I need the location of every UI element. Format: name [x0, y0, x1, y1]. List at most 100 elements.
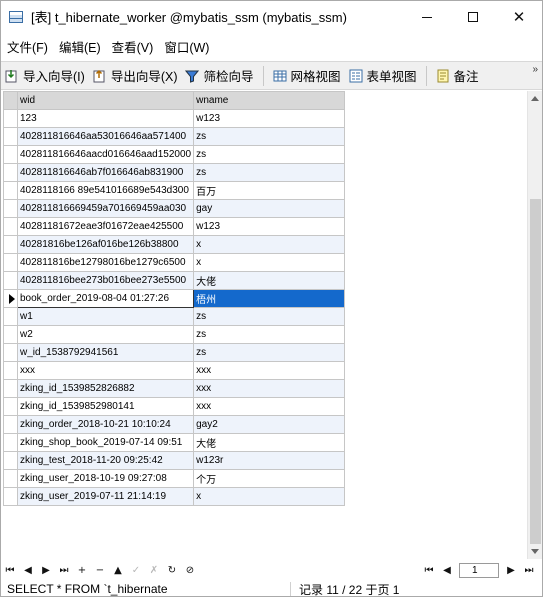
row-indicator[interactable] [3, 145, 18, 164]
cell-wname[interactable]: 百万 [193, 181, 346, 200]
cell-wname[interactable]: 大佬 [193, 271, 346, 290]
scroll-down-icon[interactable] [531, 549, 539, 554]
page-number-input[interactable]: 1 [459, 562, 499, 578]
cell-wid[interactable]: xxx [16, 361, 195, 380]
cell-wname[interactable]: zs [193, 127, 346, 146]
column-header-wid[interactable]: wid [16, 91, 195, 110]
cell-wname[interactable]: 个万 [193, 469, 346, 488]
row-indicator[interactable] [3, 487, 18, 506]
cell-wname[interactable]: x [193, 235, 346, 254]
table-row[interactable]: 402811816be12798016be1279c6500 x [3, 253, 346, 272]
cell-wname[interactable]: xxx [193, 379, 346, 398]
row-indicator[interactable] [3, 379, 18, 398]
filter-wizard-button[interactable]: 筛检向导 [181, 64, 257, 88]
table-row[interactable]: zking_order_2018-10-21 10:10:24 gay2 [3, 415, 346, 434]
row-indicator[interactable] [3, 271, 18, 290]
scroll-thumb[interactable] [530, 199, 541, 544]
minimize-button[interactable] [404, 1, 450, 32]
row-indicator[interactable] [3, 451, 18, 470]
table-row[interactable]: zking_user_2018-10-19 09:27:08 个万 [3, 469, 346, 488]
add-record-button[interactable]: + [73, 562, 91, 578]
row-indicator[interactable] [3, 433, 18, 452]
toolbar-overflow-icon[interactable]: » [532, 65, 538, 75]
cell-wid[interactable]: zking_shop_book_2019-07-14 09:51 [16, 433, 195, 452]
first-record-button[interactable]: ⏮ [1, 562, 19, 578]
prev-record-button[interactable]: ◀ [19, 562, 37, 578]
cell-wid[interactable]: 402811816669459a701669459aa030 [16, 199, 195, 218]
row-indicator[interactable] [3, 343, 18, 362]
cell-wname[interactable]: zs [193, 307, 346, 326]
table-row[interactable]: 402811816646aa53016646aa571400 zs [3, 127, 346, 146]
row-indicator[interactable] [3, 163, 18, 182]
first-page-button[interactable]: ⏮ [420, 562, 438, 578]
cell-wname[interactable]: w123r [193, 451, 346, 470]
cell-wname[interactable]: zs [193, 145, 346, 164]
table-row[interactable]: 123 w123 [3, 109, 346, 128]
cell-wid[interactable]: zking_user_2018-10-19 09:27:08 [16, 469, 195, 488]
cell-wname[interactable]: xxx [193, 361, 346, 380]
edit-record-button[interactable]: ▲ [109, 562, 127, 578]
table-row[interactable]: w_id_1538792941561 zs [3, 343, 346, 362]
cell-wid[interactable]: 40281181672eae3f01672eae425500 [16, 217, 195, 236]
cell-wid[interactable]: 123 [16, 109, 195, 128]
cell-wname[interactable]: zs [193, 163, 346, 182]
cell-wname[interactable]: x [193, 487, 346, 506]
cell-wid[interactable]: zking_test_2018-11-20 09:25:42 [16, 451, 195, 470]
table-row[interactable]: w2 zs [3, 325, 346, 344]
cell-wname[interactable]: gay2 [193, 415, 346, 434]
form-view-button[interactable]: 表单视图 [345, 64, 421, 88]
maximize-button[interactable] [450, 1, 496, 32]
menu-file[interactable]: 文件(F) [1, 37, 53, 56]
title-bar[interactable]: [表] t_hibernate_worker @mybatis_ssm (myb… [1, 1, 542, 32]
table-row[interactable]: w1 zs [3, 307, 346, 326]
cell-wid[interactable]: w2 [16, 325, 195, 344]
cell-wid[interactable]: 402811816646ab7f016646ab831900 [16, 163, 195, 182]
stop-button[interactable]: ⊘ [181, 562, 199, 578]
cell-wid[interactable]: zking_user_2019-07-11 21:14:19 [16, 487, 195, 506]
cell-wname[interactable]: x [193, 253, 346, 272]
cell-wname[interactable]: w123 [193, 109, 346, 128]
discard-changes-button[interactable]: ✗ [145, 562, 163, 578]
row-indicator[interactable] [3, 307, 18, 326]
row-indicator[interactable] [3, 109, 18, 128]
cell-wname[interactable]: zs [193, 325, 346, 344]
cell-wid[interactable]: 402811816bee273b016bee273e5500 [16, 271, 195, 290]
table-row[interactable]: zking_id_1539852980141 xxx [3, 397, 346, 416]
memo-button[interactable]: 备注 [432, 64, 483, 88]
row-indicator[interactable] [3, 397, 18, 416]
cell-wname[interactable]: 梧州 [193, 289, 346, 308]
refresh-button[interactable]: ↻ [163, 562, 181, 578]
grid-view-button[interactable]: 网格视图 [269, 64, 345, 88]
last-record-button[interactable]: ⏭ [55, 562, 73, 578]
row-indicator[interactable] [3, 469, 18, 488]
menu-edit[interactable]: 编辑(E) [53, 37, 106, 56]
row-indicator[interactable] [3, 325, 18, 344]
column-header-wname[interactable]: wname [193, 91, 346, 110]
cell-wid[interactable]: zking_order_2018-10-21 10:10:24 [16, 415, 195, 434]
close-button[interactable]: ✕ [496, 1, 542, 32]
cell-wid[interactable]: zking_id_1539852826882 [16, 379, 195, 398]
table-row[interactable]: zking_id_1539852826882 xxx [3, 379, 346, 398]
cell-wid[interactable]: 402811816646aacd016646aad152000 [16, 145, 195, 164]
row-indicator[interactable] [3, 235, 18, 254]
cell-wname[interactable]: xxx [193, 397, 346, 416]
table-row[interactable]: 40281181672eae3f01672eae425500 w123 [3, 217, 346, 236]
prev-page-button[interactable]: ◀ [438, 562, 456, 578]
next-page-button[interactable]: ▶ [502, 562, 520, 578]
scroll-up-icon[interactable] [531, 96, 539, 101]
cell-wid[interactable]: 40281816be126af016be126b38800 [16, 235, 195, 254]
cell-wid[interactable]: 4028118166 89e541016689e543d300 [16, 181, 195, 200]
cell-wname[interactable]: 大佬 [193, 433, 346, 452]
cell-wid[interactable]: w_id_1538792941561 [16, 343, 195, 362]
cell-wid[interactable]: book_order_2019-08-04 01:27:26 [16, 289, 195, 308]
row-indicator[interactable] [3, 217, 18, 236]
vertical-scrollbar[interactable] [527, 91, 542, 559]
table-row[interactable]: book_order_2019-08-04 01:27:26 梧州 [3, 289, 346, 308]
row-indicator[interactable] [3, 361, 18, 380]
row-indicator[interactable] [3, 127, 18, 146]
row-indicator[interactable] [3, 289, 18, 308]
cell-wname[interactable]: gay [193, 199, 346, 218]
menu-view[interactable]: 查看(V) [106, 37, 159, 56]
export-wizard-button[interactable]: 导出向导(X) [89, 64, 182, 88]
table-row[interactable]: 4028118166 89e541016689e543d300 百万 [3, 181, 346, 200]
